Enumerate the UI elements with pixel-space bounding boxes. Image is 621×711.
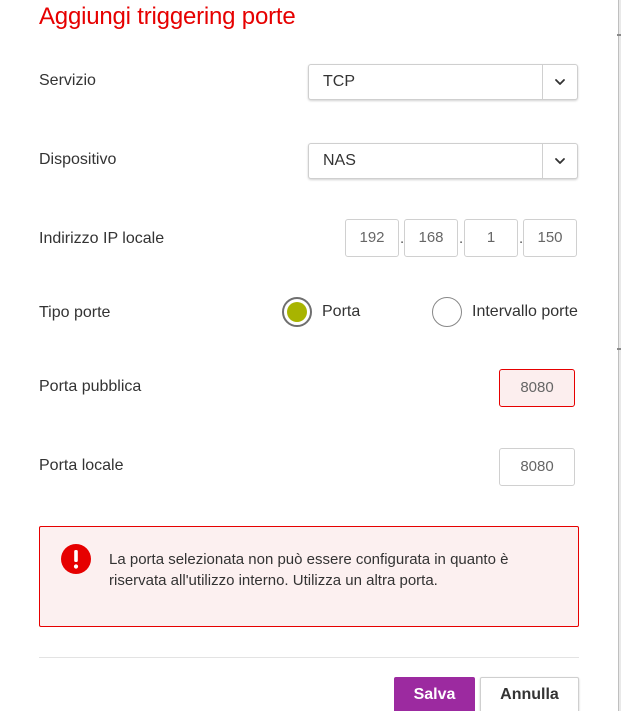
ip-octet-1-input[interactable]: 192 [345, 219, 399, 257]
public-port-label: Porta pubblica [39, 378, 142, 395]
service-value: TCP [323, 73, 355, 90]
ip-octet-2-input[interactable]: 168 [404, 219, 458, 257]
public-port-input[interactable]: 8080 [499, 369, 575, 407]
radio-porta-label[interactable]: Porta [322, 303, 360, 321]
save-button[interactable]: Salva [394, 677, 475, 711]
radio-selected-dot [287, 302, 307, 322]
local-ip-label: Indirizzo IP locale [39, 230, 165, 247]
scroll-marker [617, 34, 621, 36]
device-value: NAS [323, 152, 356, 169]
local-port-input[interactable]: 8080 [499, 448, 575, 486]
ip-octet-4-input[interactable]: 150 [523, 219, 577, 257]
service-label: Servizio [39, 72, 96, 89]
chevron-down-icon[interactable] [554, 155, 566, 167]
ip-octet-3-input[interactable]: 1 [464, 219, 518, 257]
add-port-triggering-dialog: Aggiungi triggering porte Servizio TCP D… [0, 0, 621, 711]
service-select[interactable]: TCP [308, 64, 578, 100]
error-alert: La porta selezionata non può essere conf… [39, 526, 579, 627]
radio-porta[interactable] [282, 297, 312, 327]
port-type-label: Tipo porte [39, 304, 111, 321]
ip-separator: . [459, 230, 464, 247]
footer-divider [39, 657, 579, 658]
device-label: Dispositivo [39, 151, 117, 168]
device-select[interactable]: NAS [308, 143, 578, 179]
select-divider [542, 144, 543, 178]
alert-message: La porta selezionata non può essere conf… [109, 551, 509, 589]
local-port-label: Porta locale [39, 457, 124, 474]
dialog-title: Aggiungi triggering porte [39, 3, 296, 30]
radio-intervallo-porte-label[interactable]: Intervallo porte [472, 303, 578, 321]
scroll-marker [617, 348, 621, 350]
exclamation-circle-icon [61, 544, 91, 574]
cancel-button[interactable]: Annulla [480, 677, 579, 711]
chevron-down-icon[interactable] [554, 76, 566, 88]
select-divider [542, 65, 543, 99]
radio-intervallo-porte[interactable] [432, 297, 462, 327]
